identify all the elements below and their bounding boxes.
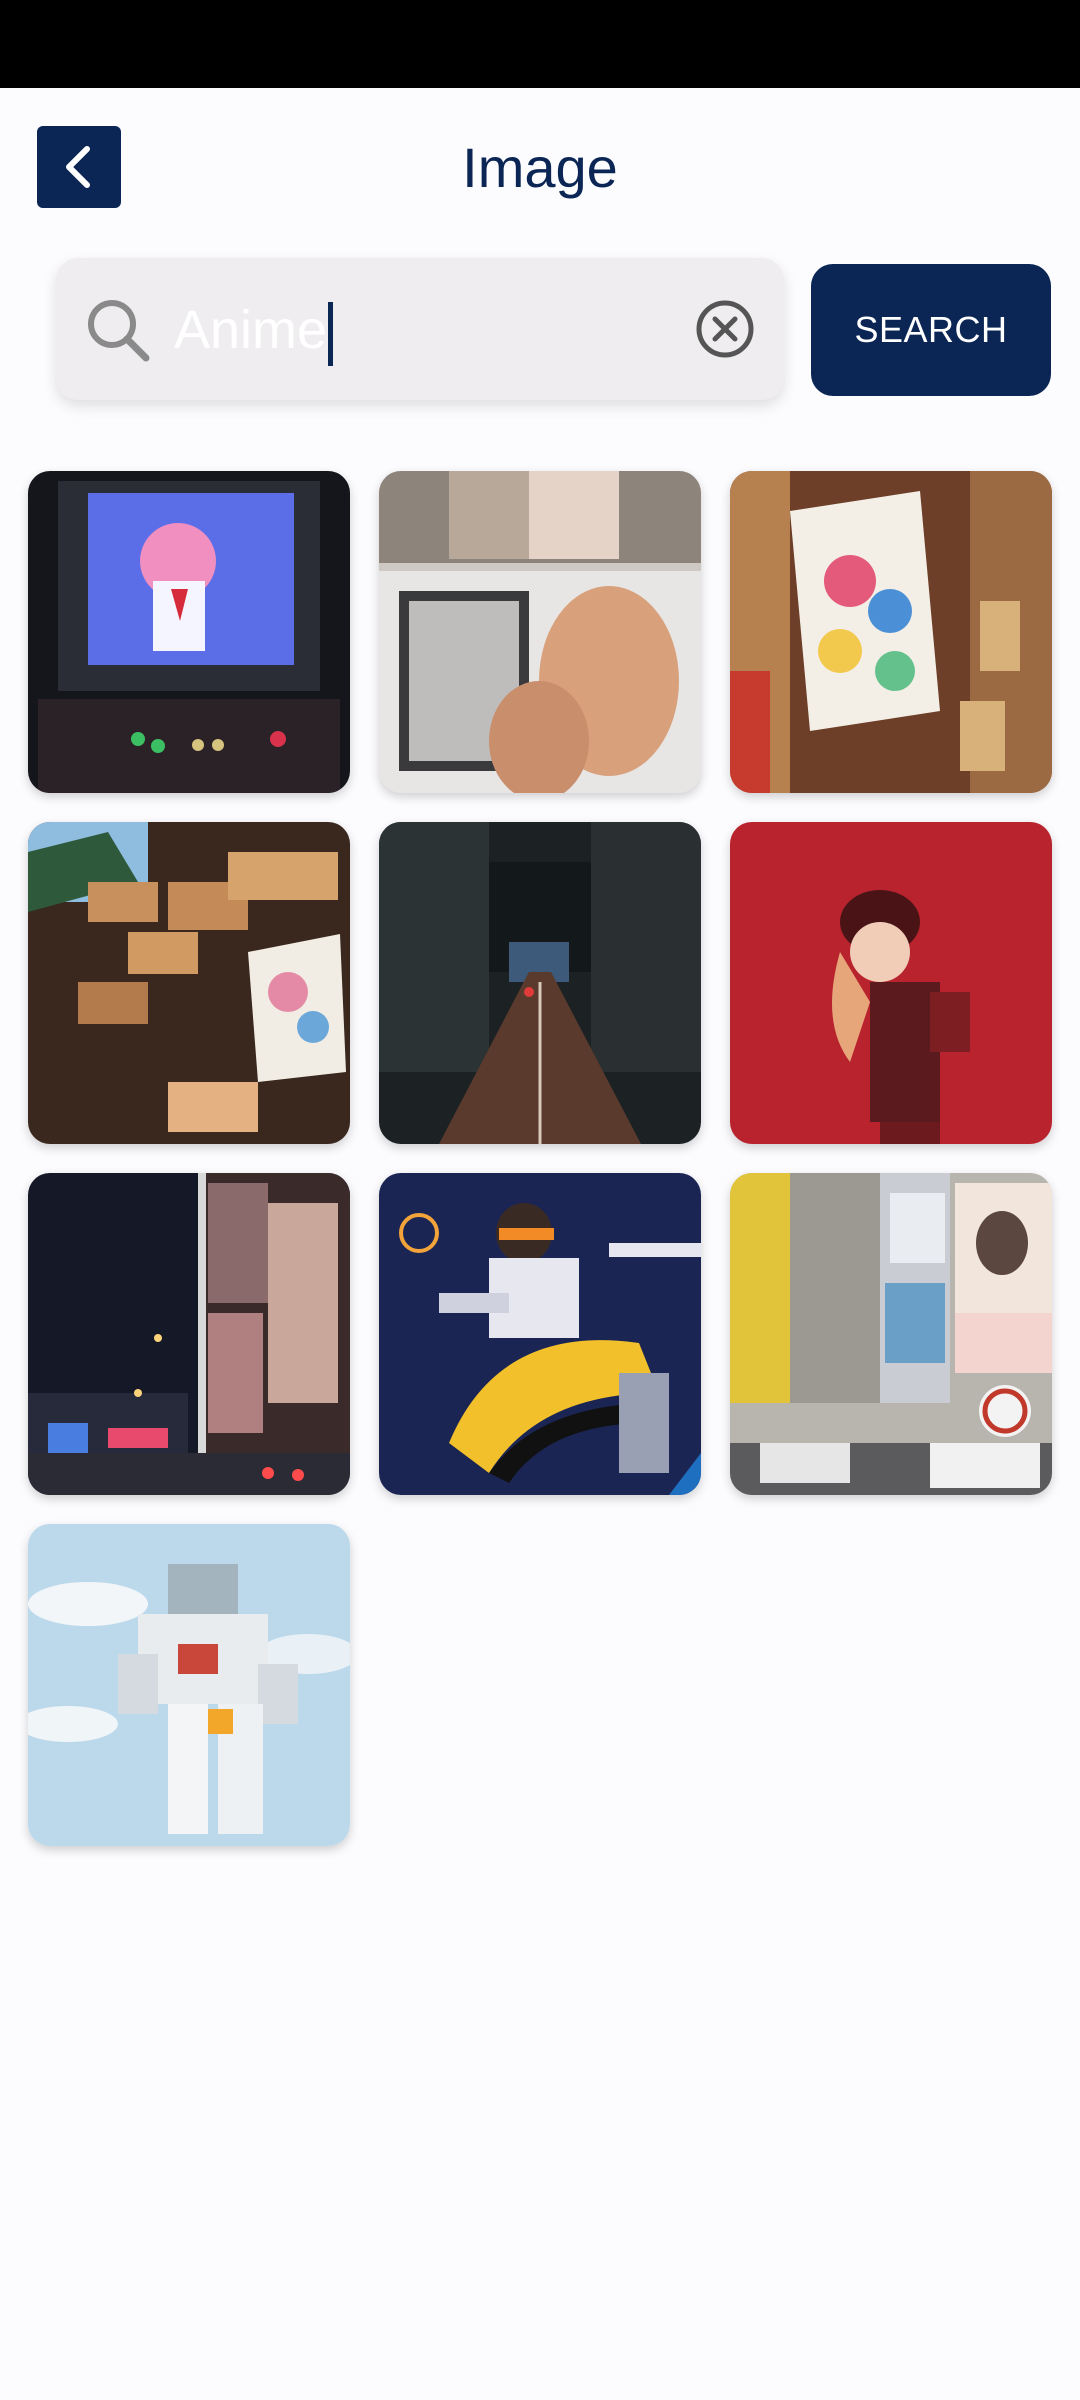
clear-circle-x-icon[interactable]	[694, 298, 756, 360]
akihabara-day-image	[730, 1173, 1052, 1495]
image-result[interactable]	[730, 822, 1052, 1144]
akihabara-night-image	[28, 1173, 350, 1495]
header: Image	[0, 88, 1080, 246]
image-result[interactable]	[28, 1524, 350, 1846]
ema-plaque-wall-image	[28, 822, 350, 1144]
search-icon	[88, 300, 150, 362]
image-result[interactable]	[730, 471, 1052, 793]
shrine-ema-plaques-image	[730, 471, 1052, 793]
image-result[interactable]	[379, 1173, 701, 1495]
hands-on-anime-panels-image	[379, 471, 701, 793]
search-input-value: Anime	[174, 300, 328, 360]
search-box[interactable]: Anime	[56, 258, 784, 400]
search-input[interactable]: Anime	[174, 288, 734, 372]
search-row: Anime SEARCH	[0, 258, 1080, 408]
gundam-statue-image	[28, 1524, 350, 1846]
image-result[interactable]	[28, 1173, 350, 1495]
night-street-image	[379, 822, 701, 1144]
image-result[interactable]	[28, 471, 350, 793]
image-result[interactable]	[379, 822, 701, 1144]
search-button[interactable]: SEARCH	[811, 264, 1051, 396]
image-result[interactable]	[379, 471, 701, 793]
image-result[interactable]	[28, 822, 350, 1144]
page-title: Image	[462, 136, 618, 199]
status-bar	[0, 0, 1080, 88]
cosplay-figure-image	[730, 822, 1052, 1144]
image-result[interactable]	[730, 1173, 1052, 1495]
arcade-cabinet-anime-image	[28, 471, 350, 793]
action-figure-image	[379, 1173, 701, 1495]
text-caret	[328, 301, 334, 366]
